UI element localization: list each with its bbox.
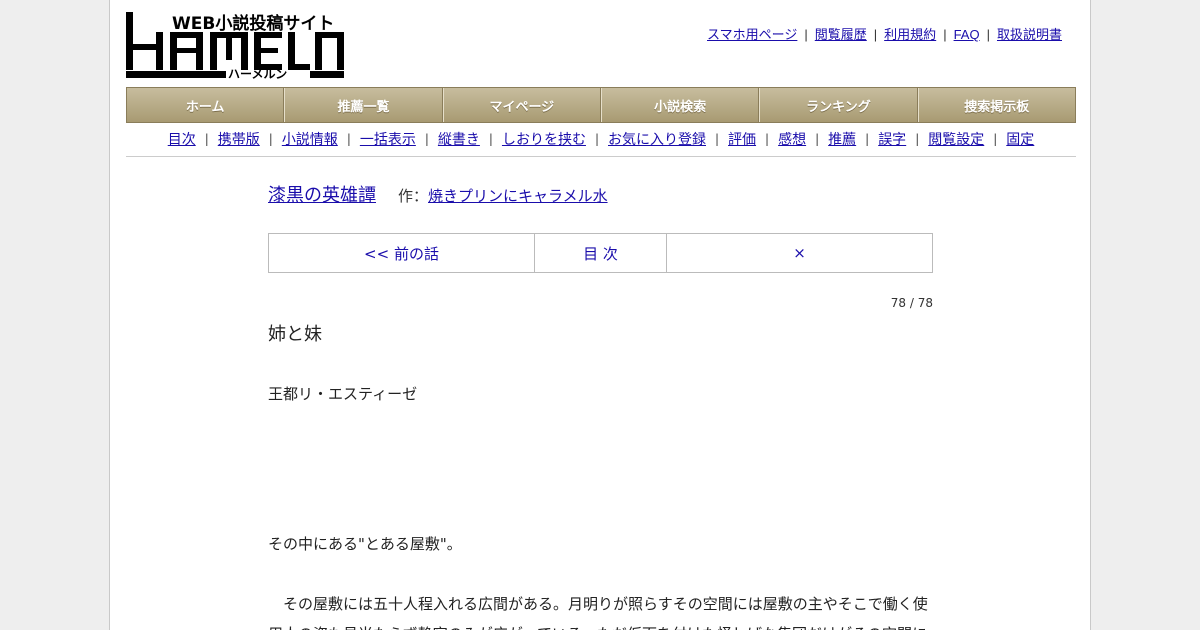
separator: | bbox=[873, 27, 878, 42]
nav-home[interactable]: ホーム bbox=[127, 88, 285, 122]
subnav-favorite[interactable]: お気に入り登録 bbox=[608, 129, 706, 149]
separator: | bbox=[986, 27, 990, 42]
novel-sub-nav: 目次 | 携帯版 | 小説情報 | 一括表示 | 縦書き | しおりを挟む | お気に入り登… bbox=[126, 122, 1076, 157]
nav-novel-search[interactable]: 小説検索 bbox=[600, 88, 760, 122]
subnav-view-settings[interactable]: 閲覧設定 bbox=[928, 129, 984, 149]
chapter-pager: << 前の話 目 次 × bbox=[268, 233, 933, 273]
paragraph: その中にある"とある屋敷"。 bbox=[268, 535, 462, 553]
chapter-title: 姉と妹 bbox=[268, 324, 322, 345]
separator: | bbox=[488, 132, 493, 146]
separator: | bbox=[204, 132, 209, 146]
paragraph: 用人の姿も見当たらず静寂のみが広がっている。ただ仮面を付けた怪しげな集団だけがそ… bbox=[268, 619, 933, 630]
link-manual[interactable]: 取扱説明書 bbox=[997, 27, 1062, 42]
link-smartphone[interactable]: スマホ用ページ bbox=[707, 27, 797, 42]
separator: | bbox=[865, 132, 870, 146]
paragraph bbox=[268, 409, 933, 439]
paragraph bbox=[268, 559, 933, 589]
subnav-mobile[interactable]: 携帯版 bbox=[218, 129, 260, 149]
link-terms[interactable]: 利用規約 bbox=[884, 27, 936, 42]
link-faq[interactable]: FAQ bbox=[954, 27, 980, 42]
hameln-logo[interactable]: WEB小説投稿サイト ハーメルン bbox=[126, 10, 346, 80]
novel-title-link[interactable]: 漆黒の英雄譚 bbox=[268, 185, 376, 206]
author-prefix: 作： bbox=[398, 187, 429, 205]
nav-search-board[interactable]: 捜索掲示板 bbox=[917, 88, 1075, 122]
nav-ranking[interactable]: ランキング bbox=[759, 88, 918, 122]
subnav-all-display[interactable]: 一括表示 bbox=[360, 129, 416, 149]
separator: | bbox=[943, 27, 947, 42]
paragraph bbox=[268, 469, 933, 499]
subnav-toc[interactable]: 目次 bbox=[168, 129, 196, 149]
toc-link[interactable]: 目 次 bbox=[535, 234, 667, 272]
logo-kana: ハーメルン bbox=[228, 67, 287, 80]
prev-chapter-link[interactable]: << 前の話 bbox=[269, 234, 535, 272]
page-count: 78 / 78 bbox=[890, 296, 933, 310]
logo-tagline: WEB小説投稿サイト bbox=[172, 13, 334, 34]
nav-mypage[interactable]: マイページ bbox=[442, 88, 601, 122]
main-nav: ホーム 推薦一覧 マイページ 小説検索 ランキング 捜索掲示板 bbox=[126, 87, 1076, 123]
subnav-vertical[interactable]: 縦書き bbox=[438, 129, 480, 149]
subnav-review[interactable]: 感想 bbox=[778, 129, 806, 149]
separator: | bbox=[915, 132, 920, 146]
paragraph: その屋敷には五十人程入れる広間がある。月明りが照らすその空間には屋敷の主やそこで… bbox=[268, 595, 928, 613]
top-links: スマホ用ページ | 閲覧履歴 | 利用規約 | FAQ | 取扱説明書 bbox=[707, 24, 1062, 43]
separator: | bbox=[815, 132, 820, 146]
separator: | bbox=[346, 132, 351, 146]
novel-content: 漆黒の英雄譚 作：焼きプリンにキャラメル水 << 前の話 目 次 × 78 / 7… bbox=[268, 180, 933, 630]
separator: | bbox=[993, 132, 998, 146]
subnav-pin[interactable]: 固定 bbox=[1006, 129, 1034, 149]
nav-recommendations[interactable]: 推薦一覧 bbox=[284, 88, 443, 122]
separator: | bbox=[594, 132, 599, 146]
page-container: WEB小説投稿サイト ハーメルン スマホ用ページ | 閲覧履歴 | 利用規約 |… bbox=[109, 0, 1091, 630]
subnav-bookmark[interactable]: しおりを挟む bbox=[502, 129, 586, 149]
title-line: 漆黒の英雄譚 作：焼きプリンにキャラメル水 bbox=[268, 180, 933, 212]
link-history[interactable]: 閲覧履歴 bbox=[815, 27, 867, 42]
logo-graphic: WEB小説投稿サイト ハーメルン bbox=[126, 12, 344, 80]
next-chapter-disabled: × bbox=[793, 244, 806, 262]
chapter-body: 王都リ・エスティーゼ その中にある"とある屋敷"。 その屋敷には五十人程入れる広… bbox=[268, 379, 933, 630]
separator: | bbox=[268, 132, 273, 146]
separator: | bbox=[765, 132, 770, 146]
subnav-rating[interactable]: 評価 bbox=[728, 129, 756, 149]
separator: | bbox=[424, 132, 429, 146]
paragraph bbox=[268, 499, 933, 529]
paragraph bbox=[268, 439, 933, 469]
paragraph: 王都リ・エスティーゼ bbox=[268, 385, 418, 403]
subnav-novel-info[interactable]: 小説情報 bbox=[282, 129, 338, 149]
author-link[interactable]: 焼きプリンにキャラメル水 bbox=[428, 187, 608, 205]
separator: | bbox=[804, 27, 808, 42]
subnav-recommend[interactable]: 推薦 bbox=[828, 129, 856, 149]
subnav-typo[interactable]: 誤字 bbox=[878, 129, 906, 149]
separator: | bbox=[715, 132, 720, 146]
